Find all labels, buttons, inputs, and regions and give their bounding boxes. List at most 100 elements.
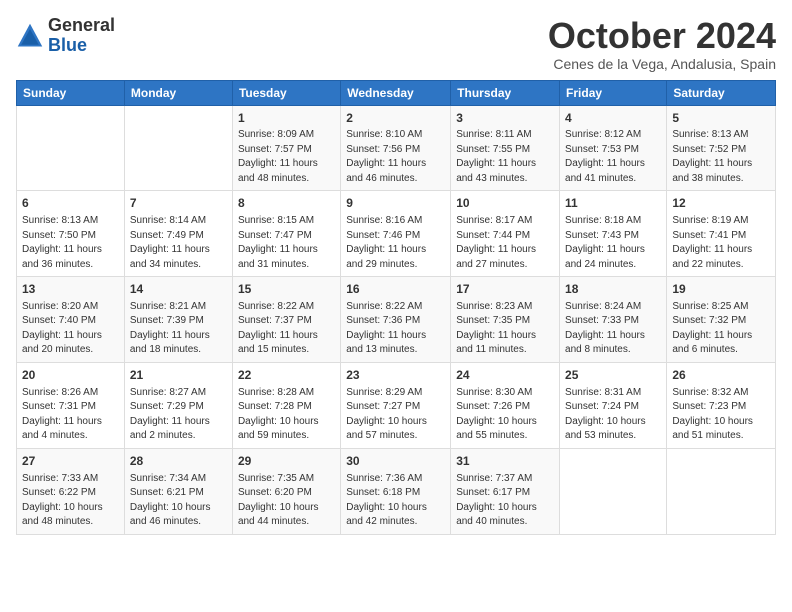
calendar-cell: 12Sunrise: 8:19 AM Sunset: 7:41 PM Dayli… — [667, 191, 776, 277]
logo-icon — [16, 22, 44, 50]
day-number: 18 — [565, 281, 661, 298]
logo-text: General Blue — [48, 16, 115, 56]
day-info: Sunrise: 8:25 AM Sunset: 7:32 PM Dayligh… — [672, 300, 770, 358]
day-number: 4 — [565, 110, 661, 127]
day-info: Sunrise: 8:18 AM Sunset: 7:43 PM Dayligh… — [565, 214, 661, 272]
weekday-header-thursday: Thursday — [451, 80, 560, 105]
day-info: Sunrise: 8:11 AM Sunset: 7:55 PM Dayligh… — [456, 128, 554, 186]
weekday-header-sunday: Sunday — [17, 80, 125, 105]
day-number: 15 — [238, 281, 335, 298]
day-number: 16 — [346, 281, 445, 298]
calendar-table: SundayMondayTuesdayWednesdayThursdayFrid… — [16, 80, 776, 535]
logo-blue: Blue — [48, 35, 87, 55]
day-number: 7 — [130, 195, 227, 212]
calendar-cell: 11Sunrise: 8:18 AM Sunset: 7:43 PM Dayli… — [560, 191, 667, 277]
calendar-cell: 17Sunrise: 8:23 AM Sunset: 7:35 PM Dayli… — [451, 277, 560, 363]
day-number: 30 — [346, 453, 445, 470]
calendar-cell — [667, 448, 776, 534]
day-number: 8 — [238, 195, 335, 212]
calendar-cell: 5Sunrise: 8:13 AM Sunset: 7:52 PM Daylig… — [667, 105, 776, 191]
calendar-cell: 18 Sunrise: 8:24 AM Sunset: 7:33 PM Dayli… — [560, 277, 667, 363]
calendar-cell: 7 Sunrise: 8:14 AM Sunset: 7:49 PM Daylig… — [124, 191, 232, 277]
calendar-cell: 9Sunrise: 8:16 AM Sunset: 7:46 PM Daylig… — [341, 191, 451, 277]
calendar-cell: 27 Sunrise: 7:33 AM Sunset: 6:22 PM Dayli… — [17, 448, 125, 534]
day-info: Sunrise: 8:16 AM Sunset: 7:46 PM Dayligh… — [346, 214, 445, 272]
calendar-cell: 21 Sunrise: 8:27 AM Sunset: 7:29 PM Dayli… — [124, 362, 232, 448]
calendar-cell: 16Sunrise: 8:22 AM Sunset: 7:36 PM Dayli… — [341, 277, 451, 363]
day-info: Sunrise: 8:27 AM Sunset: 7:29 PM Dayligh… — [130, 386, 227, 444]
calendar-cell: 22 Sunrise: 8:28 AM Sunset: 7:28 PM Dayli… — [232, 362, 340, 448]
calendar-week-row: 27 Sunrise: 7:33 AM Sunset: 6:22 PM Dayli… — [17, 448, 776, 534]
calendar-cell: 24 Sunrise: 8:30 AM Sunset: 7:26 PM Dayli… — [451, 362, 560, 448]
day-number: 25 — [565, 367, 661, 384]
day-info: Sunrise: 8:14 AM Sunset: 7:49 PM Dayligh… — [130, 214, 227, 272]
day-number: 19 — [672, 281, 770, 298]
day-info: Sunrise: 8:29 AM Sunset: 7:27 PM Dayligh… — [346, 386, 445, 444]
calendar-cell: 13Sunrise: 8:20 AM Sunset: 7:40 PM Dayli… — [17, 277, 125, 363]
logo: General Blue — [16, 16, 115, 56]
day-info: Sunrise: 8:22 AM Sunset: 7:37 PM Dayligh… — [238, 300, 335, 358]
day-number: 6 — [22, 195, 119, 212]
weekday-header-tuesday: Tuesday — [232, 80, 340, 105]
day-info: Sunrise: 8:24 AM Sunset: 7:33 PM Dayligh… — [565, 300, 661, 358]
day-number: 20 — [22, 367, 119, 384]
day-info: Sunrise: 8:28 AM Sunset: 7:28 PM Dayligh… — [238, 386, 335, 444]
calendar-cell: 28 Sunrise: 7:34 AM Sunset: 6:21 PM Dayli… — [124, 448, 232, 534]
calendar-week-row: 20 Sunrise: 8:26 AM Sunset: 7:31 PM Dayli… — [17, 362, 776, 448]
calendar-cell: 14Sunrise: 8:21 AM Sunset: 7:39 PM Dayli… — [124, 277, 232, 363]
day-number: 23 — [346, 367, 445, 384]
calendar-cell: 23 Sunrise: 8:29 AM Sunset: 7:27 PM Dayli… — [341, 362, 451, 448]
day-number: 5 — [672, 110, 770, 127]
day-number: 21 — [130, 367, 227, 384]
day-info: Sunrise: 7:36 AM Sunset: 6:18 PM Dayligh… — [346, 472, 445, 530]
day-info: Sunrise: 8:17 AM Sunset: 7:44 PM Dayligh… — [456, 214, 554, 272]
day-info: Sunrise: 8:09 AM Sunset: 7:57 PM Dayligh… — [238, 128, 335, 186]
day-info: Sunrise: 8:23 AM Sunset: 7:35 PM Dayligh… — [456, 300, 554, 358]
day-info: Sunrise: 7:33 AM Sunset: 6:22 PM Dayligh… — [22, 472, 119, 530]
day-info: Sunrise: 8:30 AM Sunset: 7:26 PM Dayligh… — [456, 386, 554, 444]
day-info: Sunrise: 8:10 AM Sunset: 7:56 PM Dayligh… — [346, 128, 445, 186]
day-number: 3 — [456, 110, 554, 127]
day-number: 14 — [130, 281, 227, 298]
calendar-cell: 15 Sunrise: 8:22 AM Sunset: 7:37 PM Dayli… — [232, 277, 340, 363]
day-info: Sunrise: 8:13 AM Sunset: 7:50 PM Dayligh… — [22, 214, 119, 272]
day-info: Sunrise: 7:34 AM Sunset: 6:21 PM Dayligh… — [130, 472, 227, 530]
calendar-cell: 8 Sunrise: 8:15 AM Sunset: 7:47 PM Daylig… — [232, 191, 340, 277]
calendar-cell — [124, 105, 232, 191]
calendar-cell: 1Sunrise: 8:09 AM Sunset: 7:57 PM Daylig… — [232, 105, 340, 191]
day-info: Sunrise: 7:37 AM Sunset: 6:17 PM Dayligh… — [456, 472, 554, 530]
weekday-header-friday: Friday — [560, 80, 667, 105]
day-number: 27 — [22, 453, 119, 470]
calendar-cell: 2Sunrise: 8:10 AM Sunset: 7:56 PM Daylig… — [341, 105, 451, 191]
day-number: 10 — [456, 195, 554, 212]
day-number: 24 — [456, 367, 554, 384]
day-number: 2 — [346, 110, 445, 127]
day-info: Sunrise: 8:13 AM Sunset: 7:52 PM Dayligh… — [672, 128, 770, 186]
day-info: Sunrise: 8:15 AM Sunset: 7:47 PM Dayligh… — [238, 214, 335, 272]
calendar-cell: 19 Sunrise: 8:25 AM Sunset: 7:32 PM Dayli… — [667, 277, 776, 363]
calendar-cell: 4Sunrise: 8:12 AM Sunset: 7:53 PM Daylig… — [560, 105, 667, 191]
day-info: Sunrise: 8:12 AM Sunset: 7:53 PM Dayligh… — [565, 128, 661, 186]
calendar-body: 1Sunrise: 8:09 AM Sunset: 7:57 PM Daylig… — [17, 105, 776, 534]
day-info: Sunrise: 8:20 AM Sunset: 7:40 PM Dayligh… — [22, 300, 119, 358]
day-number: 29 — [238, 453, 335, 470]
calendar-cell: 29Sunrise: 7:35 AM Sunset: 6:20 PM Dayli… — [232, 448, 340, 534]
calendar-week-row: 13Sunrise: 8:20 AM Sunset: 7:40 PM Dayli… — [17, 277, 776, 363]
logo-general: General — [48, 15, 115, 35]
day-info: Sunrise: 8:26 AM Sunset: 7:31 PM Dayligh… — [22, 386, 119, 444]
calendar-cell: 30 Sunrise: 7:36 AM Sunset: 6:18 PM Dayli… — [341, 448, 451, 534]
day-info: Sunrise: 8:19 AM Sunset: 7:41 PM Dayligh… — [672, 214, 770, 272]
page-header: General Blue October 2024 Cenes de la Ve… — [16, 16, 776, 72]
month-title: October 2024 — [548, 16, 776, 56]
calendar-cell: 6 Sunrise: 8:13 AM Sunset: 7:50 PM Daylig… — [17, 191, 125, 277]
calendar-week-row: 6 Sunrise: 8:13 AM Sunset: 7:50 PM Daylig… — [17, 191, 776, 277]
day-number: 28 — [130, 453, 227, 470]
day-number: 22 — [238, 367, 335, 384]
calendar-cell: 3Sunrise: 8:11 AM Sunset: 7:55 PM Daylig… — [451, 105, 560, 191]
day-info: Sunrise: 8:31 AM Sunset: 7:24 PM Dayligh… — [565, 386, 661, 444]
weekday-header-wednesday: Wednesday — [341, 80, 451, 105]
calendar-header: SundayMondayTuesdayWednesdayThursdayFrid… — [17, 80, 776, 105]
calendar-cell: 25 Sunrise: 8:31 AM Sunset: 7:24 PM Dayli… — [560, 362, 667, 448]
day-number: 26 — [672, 367, 770, 384]
calendar-cell: 31Sunrise: 7:37 AM Sunset: 6:17 PM Dayli… — [451, 448, 560, 534]
